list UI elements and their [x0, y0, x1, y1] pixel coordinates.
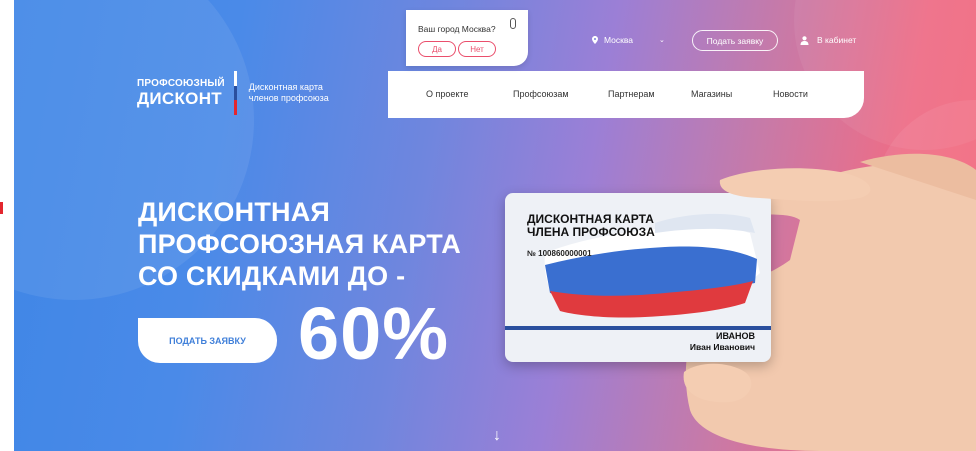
scroll-down-icon[interactable]: ↓ [493, 428, 501, 444]
logo-wordmark: ПРОФСОЮЗНЫЙ ДИСКОНТ [137, 78, 225, 108]
logo-line: ПРОФСОЮЗНЫЙ [137, 78, 225, 89]
headline-line: СО СКИДКАМИ ДО - [138, 261, 406, 291]
main-nav: О проекте Профсоюзам Партнерам Магазины … [388, 71, 864, 118]
user-icon [800, 35, 809, 45]
nav-item-about[interactable]: О проекте [426, 89, 468, 99]
cabinet-label: В кабинет [817, 35, 857, 45]
city-selector[interactable]: Москва ⌄ [592, 35, 665, 45]
apply-button-header[interactable]: Подать заявку [692, 30, 778, 51]
cabinet-link[interactable]: В кабинет [800, 35, 856, 45]
city-confirm-popup: Ваш город Москва? Да Нет [406, 10, 528, 66]
hero-headline: ДИСКОНТНАЯ ПРОФСОЮЗНАЯ КАРТА СО СКИДКАМИ… [138, 196, 461, 292]
logo-line: ДИСКОНТ [137, 89, 222, 108]
logo-tagline-line: Дисконтная карта [248, 82, 323, 92]
location-pin-icon [592, 36, 598, 44]
logo-tagline: Дисконтная карта членов профсоюза [249, 82, 329, 104]
headline-line: ДИСКОНТНАЯ [138, 197, 331, 227]
logo-tagline-line: членов профсоюза [248, 93, 329, 103]
logo-flag-bar [233, 71, 237, 116]
nav-item-partners[interactable]: Партнерам [608, 89, 655, 99]
nav-item-news[interactable]: Новости [773, 89, 808, 99]
headline-line: ПРОФСОЮЗНАЯ КАРТА [138, 229, 461, 259]
city-name: Москва [604, 35, 634, 45]
site-logo[interactable]: ПРОФСОЮЗНЫЙ ДИСКОНТ Дисконтная карта чле… [137, 71, 329, 116]
city-yes-button[interactable]: Да [418, 41, 456, 57]
apply-button-hero[interactable]: ПОДАТЬ ЗАЯВКУ [138, 318, 277, 363]
nav-item-unions[interactable]: Профсоюзам [513, 89, 569, 99]
close-icon[interactable] [510, 18, 516, 29]
discount-percent: 60% [298, 292, 450, 375]
nav-item-shops[interactable]: Магазины [691, 89, 732, 99]
city-question: Ваш город Москва? [418, 24, 496, 34]
chevron-down-icon: ⌄ [659, 37, 665, 44]
city-no-button[interactable]: Нет [458, 41, 496, 57]
